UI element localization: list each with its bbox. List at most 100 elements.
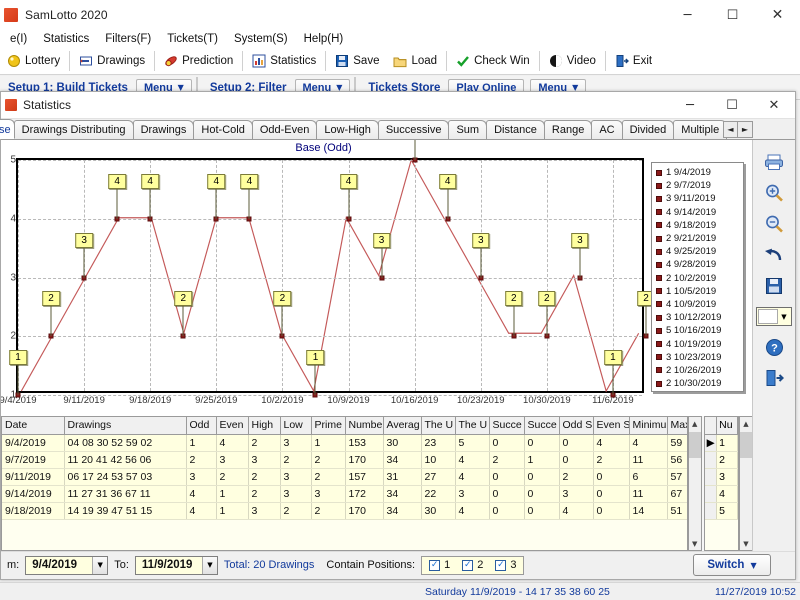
scrollbar-thumb[interactable] bbox=[688, 431, 701, 458]
menu-statistics[interactable]: Statistics bbox=[35, 32, 97, 46]
scrollbar-thumb[interactable] bbox=[740, 431, 752, 458]
toolbar-lottery-button[interactable]: Lottery bbox=[0, 50, 67, 73]
zoom-out-icon[interactable] bbox=[763, 214, 785, 234]
menu-file[interactable]: e(I) bbox=[2, 32, 35, 46]
tab-range[interactable]: Range bbox=[543, 120, 593, 139]
tab-divided[interactable]: Divided bbox=[621, 120, 675, 139]
position-checkbox-1[interactable]: ✓ 1 bbox=[429, 559, 450, 571]
color-picker-combo[interactable]: ▼ bbox=[756, 307, 792, 326]
tab-sum[interactable]: Sum bbox=[448, 120, 488, 139]
table-column-header[interactable]: Prime bbox=[311, 417, 346, 435]
scroll-up-arrow-icon[interactable]: ▲ bbox=[692, 417, 697, 430]
table-column-header[interactable]: High bbox=[248, 417, 281, 435]
drawings-table-scrollbar[interactable]: ▲ ▼ bbox=[687, 416, 702, 551]
table-row[interactable]: 9/18/2019 14 19 39 47 51 15 4 1 3 2 2 170 34 30 4 0… bbox=[2, 502, 687, 520]
table-column-header[interactable]: Date bbox=[2, 417, 65, 435]
switch-button[interactable]: Switch ▼ bbox=[693, 554, 771, 576]
table-column-header[interactable]: Succe bbox=[524, 417, 560, 435]
table-cell: 3 bbox=[216, 451, 249, 469]
table-column-header[interactable]: Odd bbox=[186, 417, 217, 435]
menu-help[interactable]: Help(H) bbox=[296, 32, 352, 46]
date-from-input[interactable]: 9/4/2019 ▼ bbox=[25, 555, 109, 575]
statistics-minimize-button[interactable]: ─ bbox=[669, 92, 711, 119]
scroll-down-arrow-icon[interactable]: ▼ bbox=[692, 537, 697, 550]
menu-system[interactable]: System(S) bbox=[226, 32, 296, 46]
table-column-header[interactable]: Numbe bbox=[345, 417, 384, 435]
list-item[interactable]: 2 bbox=[704, 451, 738, 469]
toolbar-drawings-button[interactable]: Drawings bbox=[72, 50, 152, 73]
tab-base[interactable]: se bbox=[0, 119, 15, 139]
table-row[interactable]: 9/4/2019 04 08 30 52 59 02 1 4 2 3 1 153 30 23 5 0 0… bbox=[2, 434, 687, 452]
number-index-scrollbar[interactable]: ▲ ▼ bbox=[739, 416, 752, 551]
number-index-table[interactable]: Nu ▶ 1 2 3 4 5 bbox=[703, 416, 739, 551]
statistics-close-button[interactable]: ✕ bbox=[753, 92, 795, 119]
table-column-header[interactable]: Even bbox=[216, 417, 249, 435]
exit-icon[interactable] bbox=[763, 368, 785, 388]
table-row[interactable]: 9/14/2019 11 27 31 36 67 11 4 1 2 3 3 172 34 22 3 0… bbox=[2, 485, 687, 503]
legend-marker-icon bbox=[656, 261, 662, 268]
maximize-button[interactable]: ☐ bbox=[710, 0, 755, 30]
table-row[interactable]: 9/7/2019 11 20 41 42 56 06 2 3 3 2 2 170 34 10 4 2 1… bbox=[2, 451, 687, 469]
toolbar-save-button[interactable]: Save bbox=[328, 50, 386, 73]
table-row[interactable]: 9/11/2019 06 17 24 53 57 03 3 2 2 3 2 157 31 27 4 0… bbox=[2, 468, 687, 486]
tab-hot-cold[interactable]: Hot-Cold bbox=[193, 120, 253, 139]
list-item[interactable]: 5 bbox=[704, 502, 738, 520]
statistics-maximize-button[interactable]: ☐ bbox=[711, 92, 753, 119]
table-column-header[interactable]: Drawings bbox=[64, 417, 187, 435]
scroll-up-arrow-icon[interactable]: ▲ bbox=[743, 417, 748, 430]
menu-filters[interactable]: Filters(F) bbox=[97, 32, 159, 46]
table-column-header[interactable]: The U bbox=[421, 417, 456, 435]
tab-scroll-prev-button[interactable]: ◄ bbox=[724, 122, 738, 137]
print-icon[interactable] bbox=[763, 152, 785, 172]
list-item[interactable]: ▶ 1 bbox=[704, 434, 738, 452]
save-icon[interactable] bbox=[763, 276, 785, 296]
tab-ac[interactable]: AC bbox=[591, 120, 623, 139]
table-column-header[interactable]: The U bbox=[455, 417, 490, 435]
number-column-header[interactable]: Nu bbox=[716, 417, 738, 435]
toolbar-load-button[interactable]: Load bbox=[386, 50, 444, 73]
date-to-input[interactable]: 11/9/2019 ▼ bbox=[134, 555, 218, 575]
toolbar-video-button[interactable]: Video bbox=[542, 50, 603, 73]
tab-scroll-next-button[interactable]: ► bbox=[738, 122, 752, 137]
toolbar-check-win-button[interactable]: Check Win bbox=[449, 50, 537, 73]
chart-data-label: 4 bbox=[207, 173, 226, 189]
chevron-down-icon[interactable]: ▼ bbox=[201, 556, 217, 574]
tab-successive[interactable]: Successive bbox=[377, 120, 450, 139]
menu-tickets[interactable]: Tickets(T) bbox=[159, 32, 226, 46]
help-icon[interactable]: ? bbox=[763, 337, 785, 357]
toolbar-prediction-button[interactable]: Prediction bbox=[157, 50, 240, 73]
table-column-header[interactable]: Minimu bbox=[629, 417, 668, 435]
table-column-header[interactable]: Low bbox=[280, 417, 312, 435]
table-cell: 2 bbox=[248, 485, 281, 503]
position-checkbox-3[interactable]: ✓ 3 bbox=[495, 559, 516, 571]
chevron-down-icon[interactable]: ▼ bbox=[92, 556, 108, 574]
minimize-button[interactable]: ─ bbox=[665, 0, 710, 30]
chart-plot-area[interactable]: 1 2 3 4 5 9/4/2019 9/11/2019 9/18/2019 9/25/2019… bbox=[1, 140, 655, 406]
scroll-down-arrow-icon[interactable]: ▼ bbox=[743, 537, 748, 550]
close-button[interactable]: ✕ bbox=[755, 0, 800, 30]
tab-multiple[interactable]: Multiple bbox=[673, 120, 728, 139]
tab-drawings[interactable]: Drawings bbox=[132, 120, 195, 139]
legend-item-label: 4 10/9/2019 bbox=[666, 298, 717, 310]
toolbar-exit-button[interactable]: Exit bbox=[608, 50, 659, 73]
tab-distance[interactable]: Distance bbox=[486, 120, 545, 139]
tab-drawings-distributing[interactable]: Drawings Distributing bbox=[13, 120, 134, 139]
list-item[interactable]: 4 bbox=[704, 485, 738, 503]
table-column-header[interactable]: Even S bbox=[593, 417, 630, 435]
table-column-header[interactable]: Maxim bbox=[667, 417, 687, 435]
undo-icon[interactable] bbox=[763, 245, 785, 265]
zoom-in-icon[interactable] bbox=[763, 183, 785, 203]
toolbar-statistics-button[interactable]: Statistics bbox=[245, 50, 323, 73]
toolbar-load-label: Load bbox=[411, 55, 438, 67]
tab-low-high[interactable]: Low-High bbox=[316, 120, 379, 139]
table-column-header[interactable]: Odd S bbox=[559, 417, 594, 435]
tab-odd-even[interactable]: Odd-Even bbox=[251, 120, 318, 139]
drawings-table-container[interactable]: Date Drawings Odd Even High Low Prime Numbe Aver… bbox=[1, 416, 688, 551]
position-2-label: 2 bbox=[477, 559, 484, 571]
chart-data-label: 4 bbox=[108, 173, 126, 189]
position-checkbox-2[interactable]: ✓ 2 bbox=[462, 559, 483, 571]
table-column-header[interactable]: Succe bbox=[489, 417, 525, 435]
chevron-down-icon[interactable]: ▼ bbox=[778, 313, 790, 321]
table-column-header[interactable]: Averag bbox=[383, 417, 422, 435]
list-item[interactable]: 3 bbox=[704, 468, 738, 486]
